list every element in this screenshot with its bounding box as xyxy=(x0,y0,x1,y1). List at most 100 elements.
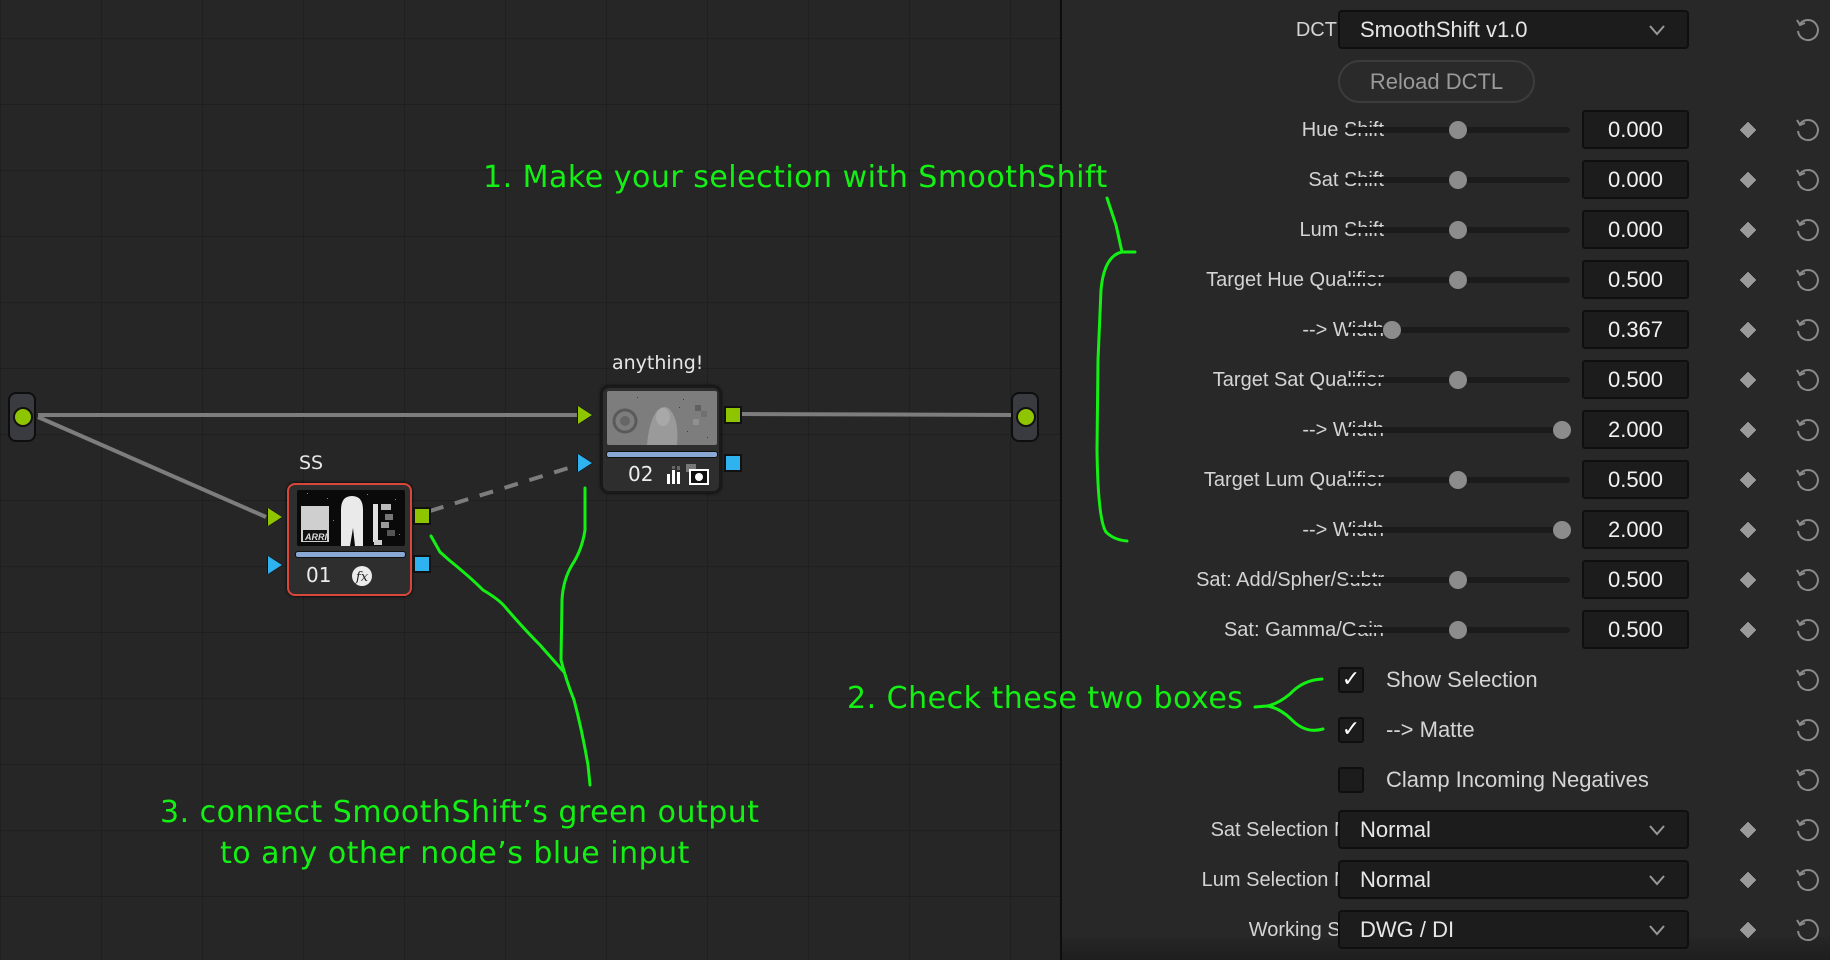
dctl-list-dropdown[interactable]: SmoothShift v1.0 xyxy=(1338,10,1689,49)
slider-knob[interactable] xyxy=(1449,471,1467,489)
checkbox-label[interactable]: --> Matte xyxy=(1386,705,1475,755)
slider-knob[interactable] xyxy=(1449,271,1467,289)
keyframe-diamond-icon[interactable] xyxy=(1738,120,1758,140)
select-dropdown[interactable]: Normal xyxy=(1338,810,1689,849)
value-input[interactable]: 0.500 xyxy=(1582,260,1689,299)
slider-track[interactable] xyxy=(1346,527,1570,533)
thumbnail-image xyxy=(607,391,717,445)
slider-knob[interactable] xyxy=(1553,521,1571,539)
slider-knob[interactable] xyxy=(1449,371,1467,389)
slider-knob[interactable] xyxy=(1553,421,1571,439)
fx-icon: fx xyxy=(352,566,372,586)
reset-icon[interactable] xyxy=(1794,766,1822,794)
node-02-number: 02 xyxy=(628,462,654,486)
node-01-rgb-input[interactable] xyxy=(268,508,282,526)
annotation-step-3-line-1: 3. connect SmoothShift’s green output xyxy=(160,795,760,830)
reset-icon[interactable] xyxy=(1794,516,1822,544)
node-01-label: SS xyxy=(299,452,324,474)
reset-icon[interactable] xyxy=(1794,16,1822,44)
dropdown-value: DWG / DI xyxy=(1360,917,1455,942)
node-01-rgb-output[interactable] xyxy=(413,507,431,525)
reset-icon[interactable] xyxy=(1794,366,1822,394)
value-input[interactable]: 0.000 xyxy=(1582,110,1689,149)
reset-icon[interactable] xyxy=(1794,466,1822,494)
slider-row: Hue Shift 0.000 xyxy=(1062,105,1830,155)
slider-knob[interactable] xyxy=(1449,171,1467,189)
keyframe-diamond-icon[interactable] xyxy=(1738,470,1758,490)
value-input[interactable]: 0.000 xyxy=(1582,210,1689,249)
checkbox-row: ✓ Show Selection xyxy=(1062,655,1830,705)
reset-icon[interactable] xyxy=(1794,666,1822,694)
slider-row: --> Width 0.367 xyxy=(1062,305,1830,355)
keyframe-diamond-icon[interactable] xyxy=(1738,920,1758,940)
node-02[interactable]: 02 xyxy=(601,386,721,493)
keyframe-diamond-icon[interactable] xyxy=(1738,320,1758,340)
checkbox-label[interactable]: Clamp Incoming Negatives xyxy=(1386,755,1649,805)
slider-knob[interactable] xyxy=(1383,321,1402,339)
output-input-dot[interactable] xyxy=(1016,407,1036,427)
slider-knob[interactable] xyxy=(1449,621,1467,639)
value-input[interactable]: 0.367 xyxy=(1582,310,1689,349)
slider-track[interactable] xyxy=(1346,327,1570,333)
slider-knob[interactable] xyxy=(1449,571,1467,589)
reload-dctl-button[interactable]: Reload DCTL xyxy=(1338,60,1535,103)
reset-icon[interactable] xyxy=(1794,616,1822,644)
value-input[interactable]: 0.500 xyxy=(1582,560,1689,599)
slider-track[interactable] xyxy=(1346,427,1570,433)
node-02-rgb-output[interactable] xyxy=(724,406,742,424)
node-01[interactable]: ARRI 01 fx xyxy=(287,483,412,596)
reset-icon[interactable] xyxy=(1794,716,1822,744)
keyframe-diamond-icon[interactable] xyxy=(1738,420,1758,440)
keyframe-diamond-icon[interactable] xyxy=(1738,570,1758,590)
reset-icon[interactable] xyxy=(1794,316,1822,344)
node-02-label: anything! xyxy=(612,352,704,374)
svg-text:fx: fx xyxy=(355,570,369,585)
source-output-dot[interactable] xyxy=(13,407,33,427)
node-01-thumbnail: ARRI xyxy=(297,490,405,546)
node-02-key-output[interactable] xyxy=(724,454,742,472)
reset-icon[interactable] xyxy=(1794,866,1822,894)
reset-icon[interactable] xyxy=(1794,216,1822,244)
output-node[interactable] xyxy=(1011,392,1039,442)
node-01-key-input[interactable] xyxy=(268,556,282,574)
value-input[interactable]: 2.000 xyxy=(1582,510,1689,549)
keyframe-diamond-icon[interactable] xyxy=(1738,520,1758,540)
keyframe-diamond-icon[interactable] xyxy=(1738,620,1758,640)
select-dropdown[interactable]: Normal xyxy=(1338,860,1689,899)
reset-icon[interactable] xyxy=(1794,416,1822,444)
reset-icon[interactable] xyxy=(1794,816,1822,844)
value-input[interactable]: 0.000 xyxy=(1582,160,1689,199)
node-02-key-input[interactable] xyxy=(578,454,592,472)
slider-knob[interactable] xyxy=(1449,221,1467,239)
keyframe-diamond-icon[interactable] xyxy=(1738,170,1758,190)
node-02-rgb-input[interactable] xyxy=(578,406,592,424)
keyframe-diamond-icon[interactable] xyxy=(1738,270,1758,290)
reset-icon[interactable] xyxy=(1794,266,1822,294)
checkbox-row: ✓ --> Matte xyxy=(1062,705,1830,755)
checkbox[interactable]: ✓ xyxy=(1338,717,1364,743)
keyframe-diamond-icon[interactable] xyxy=(1738,820,1758,840)
reset-icon[interactable] xyxy=(1794,166,1822,194)
value-input[interactable]: 0.500 xyxy=(1582,360,1689,399)
reset-icon[interactable] xyxy=(1794,916,1822,944)
value-input[interactable]: 0.500 xyxy=(1582,460,1689,499)
slider-knob[interactable] xyxy=(1449,121,1467,139)
keyframe-diamond-icon[interactable] xyxy=(1738,370,1758,390)
value-input[interactable]: 0.500 xyxy=(1582,610,1689,649)
slider-row: Sat: Add/Spher/Subtr 0.500 xyxy=(1062,555,1830,605)
checkbox[interactable]: ✓ xyxy=(1338,667,1364,693)
svg-text:ARRI: ARRI xyxy=(304,532,327,542)
checkbox-label[interactable]: Show Selection xyxy=(1386,655,1538,705)
reset-icon[interactable] xyxy=(1794,116,1822,144)
keyframe-diamond-icon[interactable] xyxy=(1738,870,1758,890)
dropdown-value: Normal xyxy=(1360,817,1431,842)
value-input[interactable]: 2.000 xyxy=(1582,410,1689,449)
slider-row: Sat: Gamma/Gain 0.500 xyxy=(1062,605,1830,655)
keyframe-diamond-icon[interactable] xyxy=(1738,220,1758,240)
source-node[interactable] xyxy=(8,392,36,442)
select-dropdown[interactable]: DWG / DI xyxy=(1338,910,1689,949)
checkbox[interactable] xyxy=(1338,767,1364,793)
slider-row: Target Hue Qualifier 0.500 xyxy=(1062,255,1830,305)
node-01-key-output[interactable] xyxy=(413,555,431,573)
reset-icon[interactable] xyxy=(1794,566,1822,594)
